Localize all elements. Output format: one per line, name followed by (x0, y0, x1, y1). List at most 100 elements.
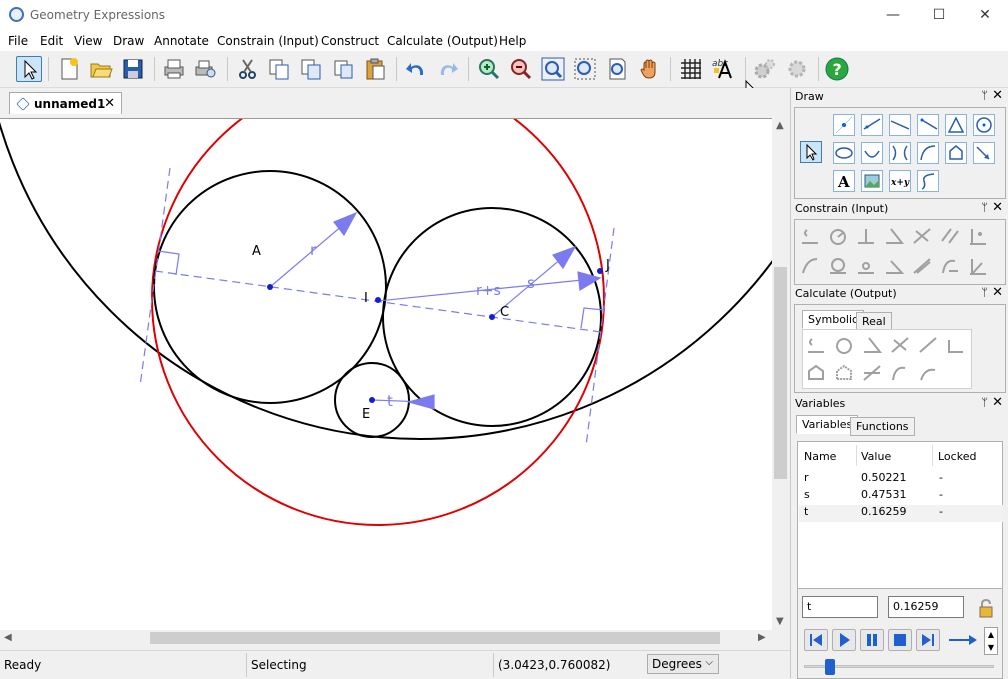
new-file-icon[interactable] (56, 56, 82, 82)
print-preview-icon[interactable] (193, 56, 219, 82)
constrain-direction-icon[interactable] (911, 225, 933, 247)
zoom-fit-icon[interactable] (540, 56, 566, 82)
calc-radius-icon[interactable] (833, 334, 855, 356)
zoom-page-icon[interactable] (604, 56, 630, 82)
tab-close-icon[interactable]: ✕ (104, 96, 115, 111)
open-folder-icon[interactable] (88, 56, 114, 82)
tab-variables[interactable]: Variables (796, 415, 859, 434)
draw-point-icon[interactable] (833, 114, 855, 136)
constrain-incident-icon[interactable] (855, 255, 877, 277)
scroll-down-icon[interactable]: ▼ (776, 616, 784, 627)
constrain-equation-icon[interactable] (799, 255, 821, 277)
gear-2-icon[interactable] (784, 56, 810, 82)
animation-slider-thumb[interactable] (825, 659, 835, 675)
calc-angle-icon[interactable] (861, 334, 883, 356)
variable-value-field[interactable]: 0.16259 (888, 596, 964, 618)
speed-spinner[interactable]: ▲ ▼ (984, 627, 998, 655)
draw-polygon-icon[interactable] (945, 142, 967, 164)
drawing-canvas[interactable]: A I C E J r s r+s t (0, 118, 772, 630)
constrain-coordinates-icon[interactable] (967, 225, 989, 247)
points[interactable] (267, 268, 603, 403)
table-row[interactable]: t 0.16259 - (799, 505, 1003, 522)
zoom-out-icon[interactable] (508, 56, 534, 82)
draw-ellipse-icon[interactable] (833, 142, 855, 164)
skip-start-button[interactable] (804, 629, 828, 651)
constrain-implicit-icon[interactable] (939, 255, 961, 277)
document-tab[interactable]: unnamed1 ✕ (9, 92, 122, 114)
pan-hand-icon[interactable] (637, 56, 663, 82)
panel-close-icon[interactable]: ✕ (992, 88, 1003, 103)
draw-function-icon[interactable]: x+y (889, 170, 911, 192)
draw-circle-icon[interactable] (973, 114, 995, 136)
paste-special-icon[interactable] (330, 56, 356, 82)
vertical-scroll-thumb[interactable] (774, 267, 787, 479)
draw-line-icon[interactable] (861, 114, 883, 136)
menu-edit[interactable]: Edit (40, 34, 63, 48)
pause-button[interactable] (860, 629, 884, 651)
panel-close-icon[interactable]: ✕ (992, 395, 1003, 410)
font-icon[interactable]: abc (710, 56, 736, 82)
draw-select-icon[interactable] (800, 141, 822, 163)
help-icon[interactable]: ? (824, 56, 850, 82)
geometry-drawing[interactable]: A I C E J r s r+s t (0, 119, 772, 630)
menu-construct[interactable]: Construct (321, 34, 379, 48)
select-tool-button[interactable] (16, 56, 42, 82)
skip-end-button[interactable] (916, 629, 940, 651)
calc-parametric-icon[interactable] (861, 362, 883, 384)
menu-file[interactable]: File (8, 34, 28, 48)
paste-icon[interactable] (362, 56, 388, 82)
constrain-tangent-icon[interactable] (827, 255, 849, 277)
draw-curve-icon[interactable] (917, 170, 939, 192)
tab-functions[interactable]: Functions (850, 417, 915, 436)
constrain-distance-icon[interactable] (799, 225, 821, 247)
menu-view[interactable]: View (74, 34, 102, 48)
calc-equation-icon[interactable] (917, 334, 939, 356)
pin-icon[interactable]: ᛘ (981, 286, 988, 299)
calc-coordinates-icon[interactable] (945, 334, 967, 356)
draw-angle-icon[interactable] (945, 114, 967, 136)
direction-arrow-icon[interactable] (948, 633, 978, 647)
copy-icon[interactable] (266, 56, 292, 82)
calc-area-icon[interactable] (805, 362, 827, 384)
pin-icon[interactable]: ᛘ (981, 89, 988, 102)
horizontal-scroll-thumb[interactable] (150, 632, 720, 644)
menu-annotate[interactable]: Annotate (154, 34, 209, 48)
print-icon[interactable] (161, 56, 187, 82)
scroll-right-icon[interactable]: ▶ (758, 632, 766, 643)
calc-implicit-icon[interactable] (889, 362, 911, 384)
menu-calculate[interactable]: Calculate (Output) (387, 34, 498, 48)
table-row[interactable]: s 0.47531 - (799, 488, 1003, 505)
vertical-scrollbar[interactable]: ▲ ▼ (772, 118, 789, 630)
zoom-in-icon[interactable] (476, 56, 502, 82)
constrain-angle-icon[interactable] (883, 225, 905, 247)
save-icon[interactable] (120, 56, 146, 82)
draw-vector-icon[interactable] (973, 142, 995, 164)
constrain-congruent-icon[interactable] (883, 255, 905, 277)
draw-infinite-line-icon[interactable] (889, 114, 911, 136)
constrain-polar-icon[interactable] (967, 255, 989, 277)
constrain-proportional-icon[interactable] (911, 255, 933, 277)
redo-icon[interactable] (435, 56, 461, 82)
table-row[interactable]: r 0.50221 - (799, 471, 1003, 488)
draw-ray-icon[interactable] (917, 114, 939, 136)
draw-parabola-icon[interactable] (917, 142, 939, 164)
calc-locus-icon[interactable] (917, 362, 939, 384)
draw-hyperbola-icon[interactable] (889, 142, 911, 164)
calc-distance-icon[interactable] (805, 334, 827, 356)
undo-icon[interactable] (403, 56, 429, 82)
zoom-window-icon[interactable] (572, 56, 598, 82)
copy-special-icon[interactable] (298, 56, 324, 82)
red-circle[interactable] (151, 119, 605, 526)
scroll-left-icon[interactable]: ◀ (4, 632, 12, 643)
stop-button[interactable] (888, 629, 912, 651)
horizontal-scrollbar[interactable]: ◀ ▶ (0, 630, 772, 646)
calc-slope-icon[interactable] (889, 334, 911, 356)
variable-name-field[interactable]: t (802, 596, 878, 618)
draw-arc-icon[interactable] (861, 142, 883, 164)
minimize-button[interactable]: — (870, 0, 916, 31)
pin-icon[interactable]: ᛘ (981, 396, 988, 409)
close-button[interactable]: ✕ (962, 0, 1008, 31)
play-button[interactable] (832, 629, 856, 651)
angle-units-select[interactable]: Degrees ⌵ (647, 654, 719, 674)
panel-close-icon[interactable]: ✕ (992, 285, 1003, 300)
